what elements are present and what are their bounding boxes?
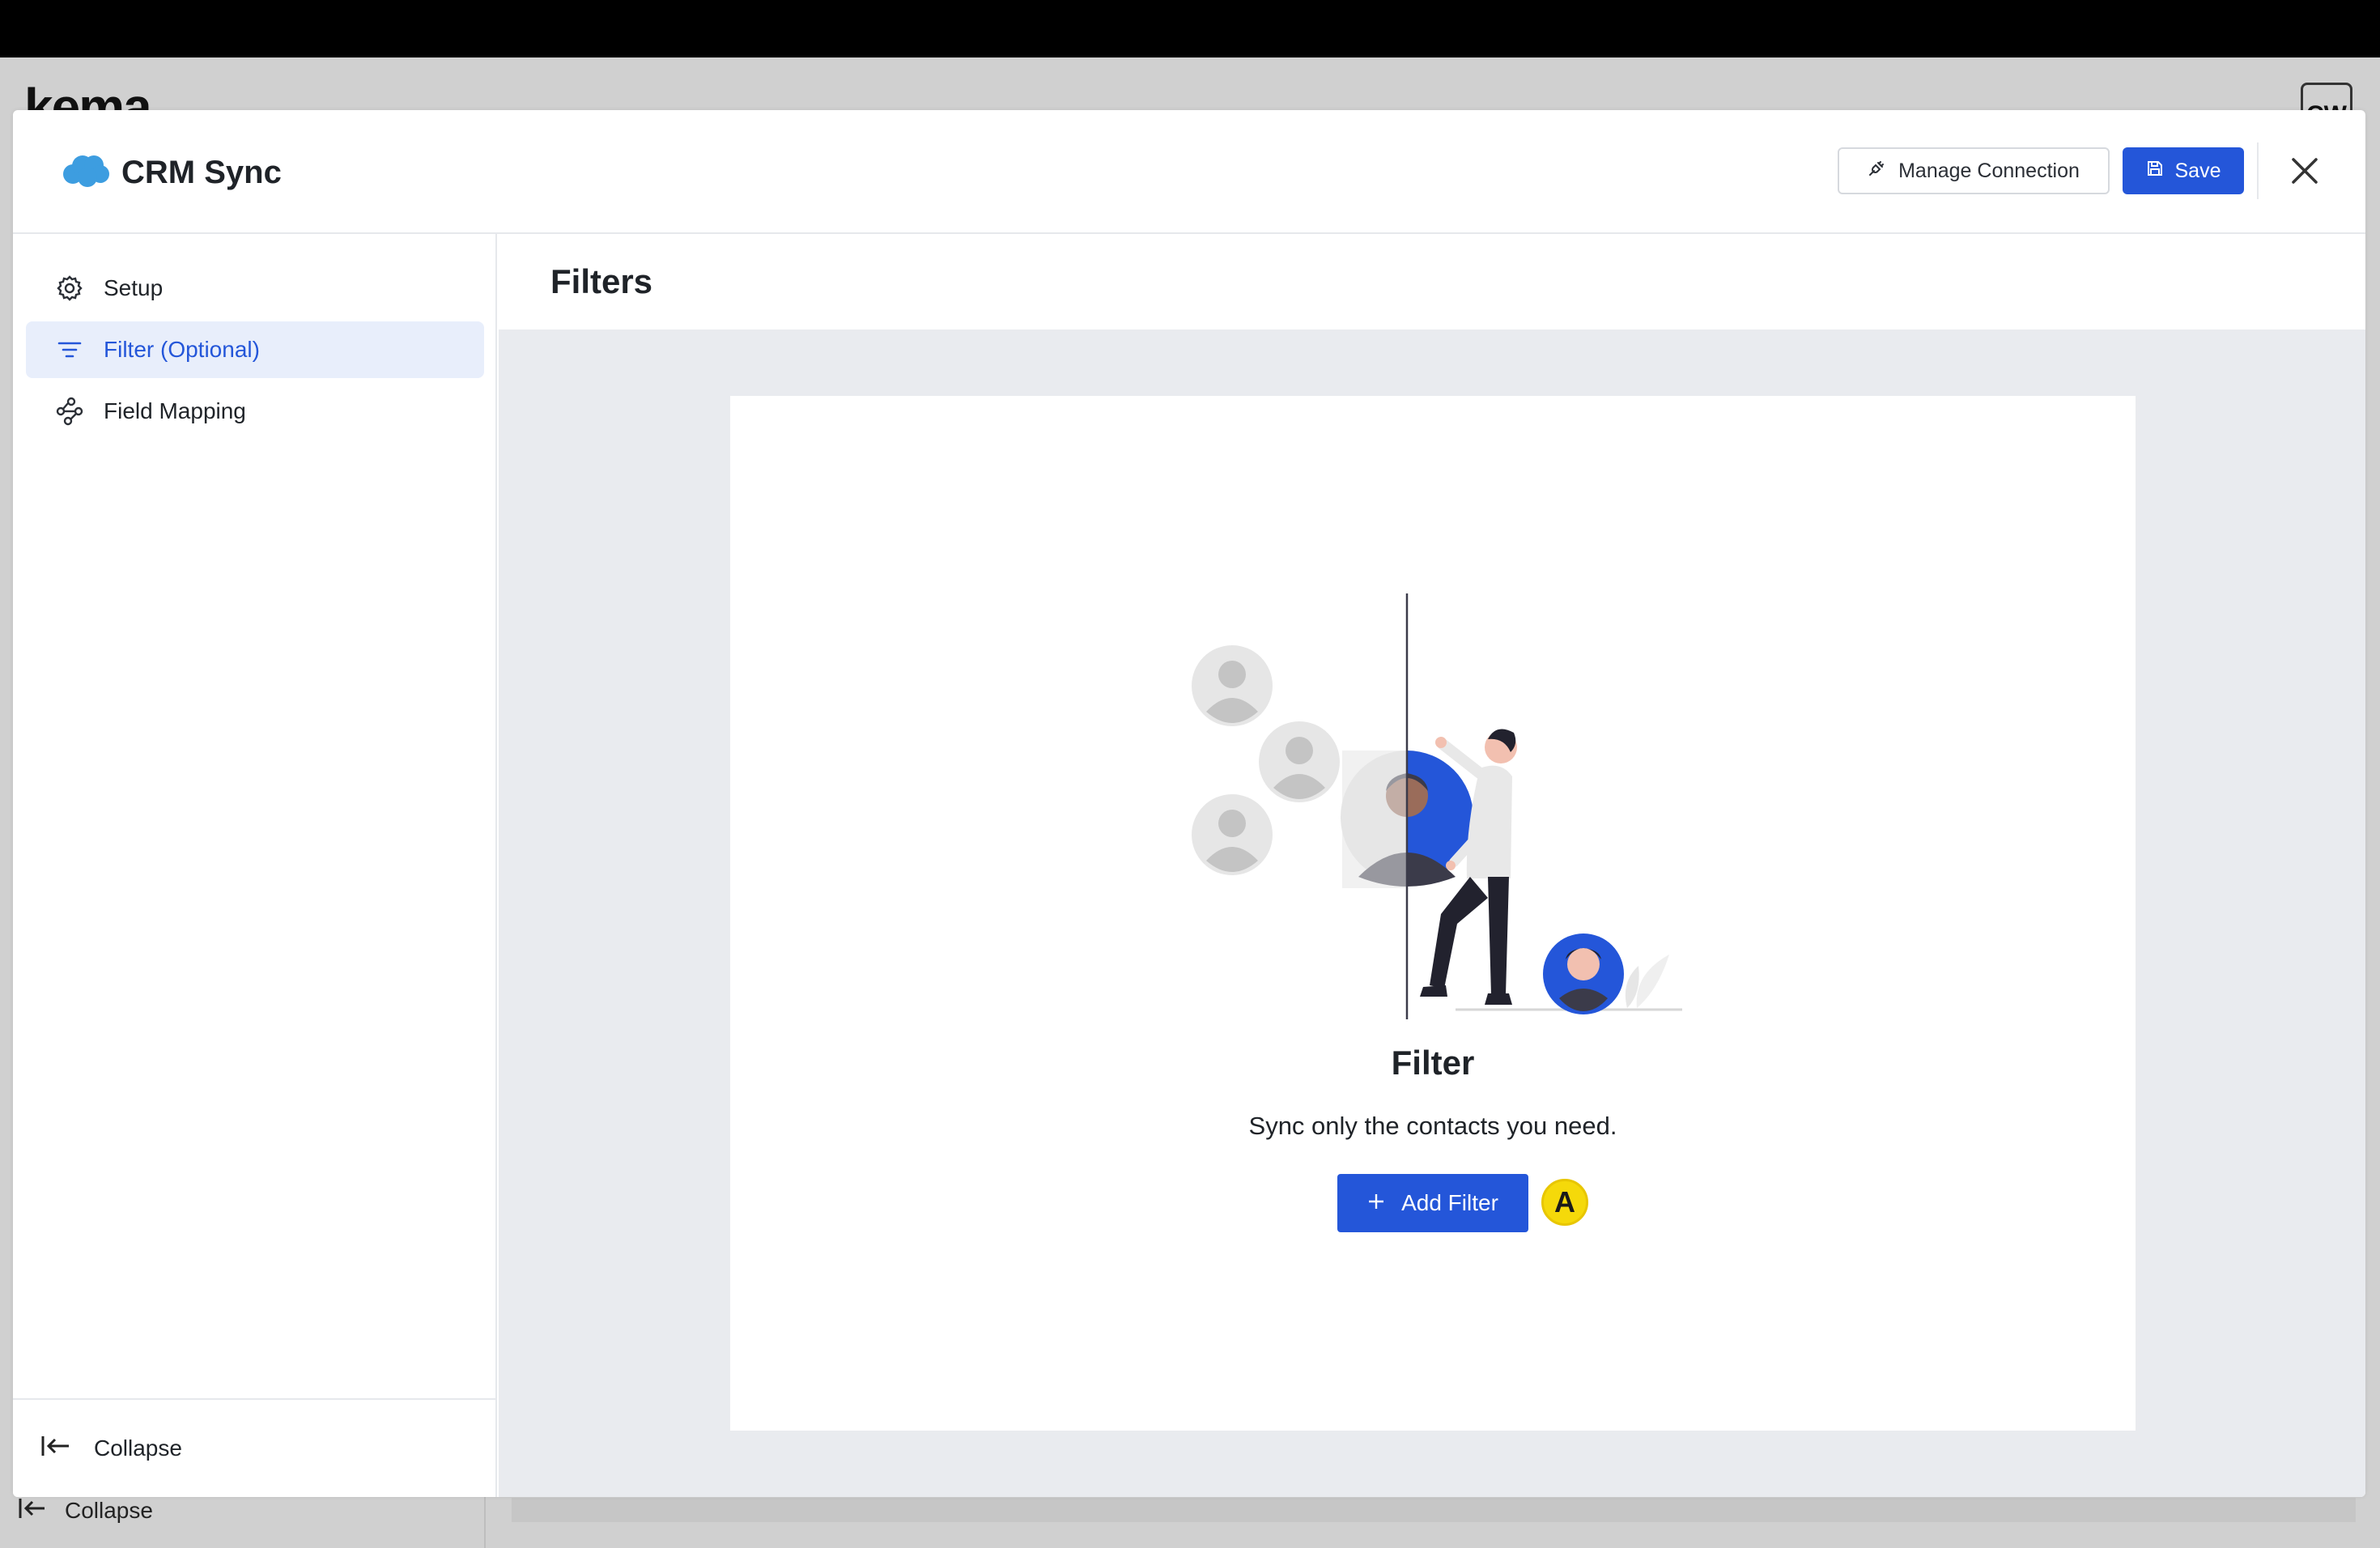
filter-illustration	[1184, 593, 1685, 1023]
modal-header: CRM Sync Manage Connection Save	[13, 110, 2365, 234]
add-filter-label: Add Filter	[1401, 1190, 1498, 1215]
collapse-label: Collapse	[94, 1435, 182, 1461]
os-top-bar	[0, 0, 2380, 57]
empty-state-card: Filter Sync only the contacts you need. …	[730, 396, 2136, 1431]
main-content: Filters Filter Sync only the contacts yo…	[499, 234, 2365, 1497]
modal-sidebar: Setup Filter (Optional) Field Mapping Co…	[13, 234, 497, 1497]
close-icon	[2291, 157, 2318, 189]
collapse-icon	[40, 1435, 71, 1463]
main-header: Filters	[499, 234, 2365, 330]
sidebar-item-field-mapping[interactable]: Field Mapping	[26, 383, 484, 440]
plus-icon	[1367, 1190, 1385, 1216]
collapse-button[interactable]: Collapse	[13, 1398, 495, 1497]
person-placeholder-icon	[1259, 721, 1340, 802]
close-button[interactable]	[2284, 152, 2325, 193]
page-title: Filters	[550, 262, 653, 300]
floppy-disk-icon	[2146, 159, 2164, 183]
plug-icon	[1868, 159, 1885, 183]
save-label: Save	[2174, 159, 2221, 182]
add-filter-button[interactable]: Add Filter	[1337, 1174, 1528, 1232]
background-sidebar-divider	[484, 1490, 486, 1548]
manage-connection-label: Manage Connection	[1898, 159, 2080, 182]
sidebar-item-filter[interactable]: Filter (Optional)	[26, 321, 484, 378]
mapping-nodes-icon	[55, 397, 84, 426]
sidebar-item-setup[interactable]: Setup	[26, 260, 484, 317]
empty-state-title: Filter	[1391, 1044, 1475, 1082]
save-button[interactable]: Save	[2123, 147, 2244, 194]
empty-state-subtitle: Sync only the contacts you need.	[1248, 1112, 1617, 1140]
modal-brand: CRM Sync	[62, 152, 282, 193]
sidebar-item-label: Field Mapping	[104, 398, 246, 423]
collapse-icon	[18, 1497, 47, 1525]
filter-lines-icon	[55, 335, 84, 364]
annotation-marker: A	[1541, 1179, 1588, 1226]
background-content	[512, 1498, 2356, 1522]
salesforce-cloud-icon	[62, 153, 110, 193]
manage-connection-button[interactable]: Manage Connection	[1838, 147, 2110, 194]
person-placeholder-icon	[1192, 794, 1273, 875]
background-collapse-label: Collapse	[65, 1498, 153, 1523]
crm-sync-modal: CRM Sync Manage Connection Save Setup Fi…	[13, 110, 2365, 1497]
modal-title: CRM Sync	[121, 154, 282, 190]
sidebar-item-label: Setup	[104, 275, 164, 300]
header-divider	[2257, 142, 2259, 199]
gear-icon	[55, 274, 84, 303]
sidebar-item-label: Filter (Optional)	[104, 337, 260, 362]
person-placeholder-icon	[1192, 645, 1273, 726]
